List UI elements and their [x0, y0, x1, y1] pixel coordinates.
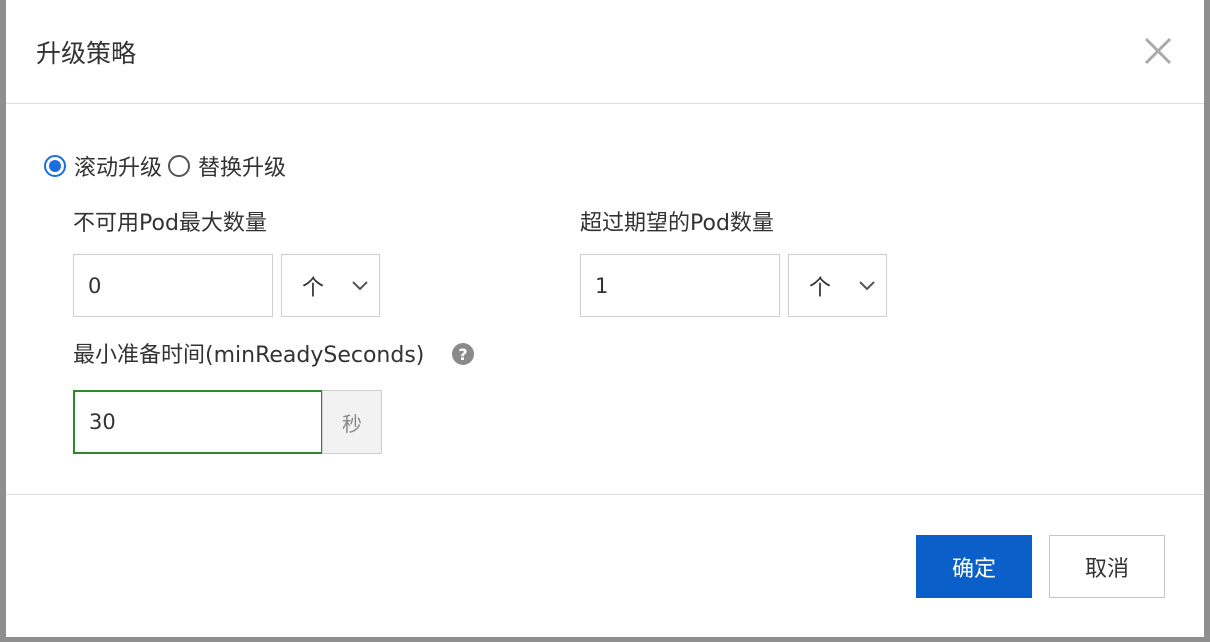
chevron-down-icon [352, 280, 368, 290]
footer-divider [6, 494, 1204, 495]
min-ready-seconds-label: 最小准备时间(minReadySeconds) [73, 343, 425, 368]
radio-rolling-upgrade[interactable]: 滚动升级 [44, 150, 168, 182]
radio-label-rolling: 滚动升级 [74, 156, 163, 181]
radio-label-replace: 替换升级 [198, 156, 287, 181]
radio-replace-upgrade[interactable]: 替换升级 [168, 150, 292, 182]
upgrade-strategy-radio-group: 滚动升级 替换升级 [44, 148, 292, 184]
chevron-down-icon [859, 280, 875, 290]
max-unavailable-unit-select[interactable]: 个 [281, 254, 380, 317]
upgrade-strategy-dialog: 升级策略 滚动升级 替换升级 不可用Pod最大数量 0 个 超过期望的Pod数量… [6, 0, 1204, 637]
radio-checked-icon[interactable] [44, 155, 66, 177]
max-unavailable-unit-value: 个 [302, 275, 325, 301]
close-icon[interactable] [1140, 33, 1176, 69]
question-circle-icon[interactable]: ? [452, 343, 474, 365]
max-surge-label: 超过期望的Pod数量 [580, 211, 774, 236]
seconds-unit-addon: 秒 [322, 390, 382, 454]
header-divider [6, 103, 1204, 104]
dialog-title: 升级策略 [36, 39, 137, 68]
max-surge-unit-select[interactable]: 个 [788, 254, 887, 317]
max-surge-unit-value: 个 [809, 275, 832, 301]
confirm-button[interactable]: 确定 [916, 535, 1032, 598]
min-ready-seconds-input[interactable]: 30 [73, 390, 323, 454]
max-unavailable-input[interactable]: 0 [73, 254, 273, 317]
max-unavailable-label: 不可用Pod最大数量 [73, 211, 267, 236]
cancel-button[interactable]: 取消 [1049, 535, 1165, 598]
radio-unchecked-icon[interactable] [168, 155, 191, 177]
max-surge-input[interactable]: 1 [580, 254, 780, 317]
